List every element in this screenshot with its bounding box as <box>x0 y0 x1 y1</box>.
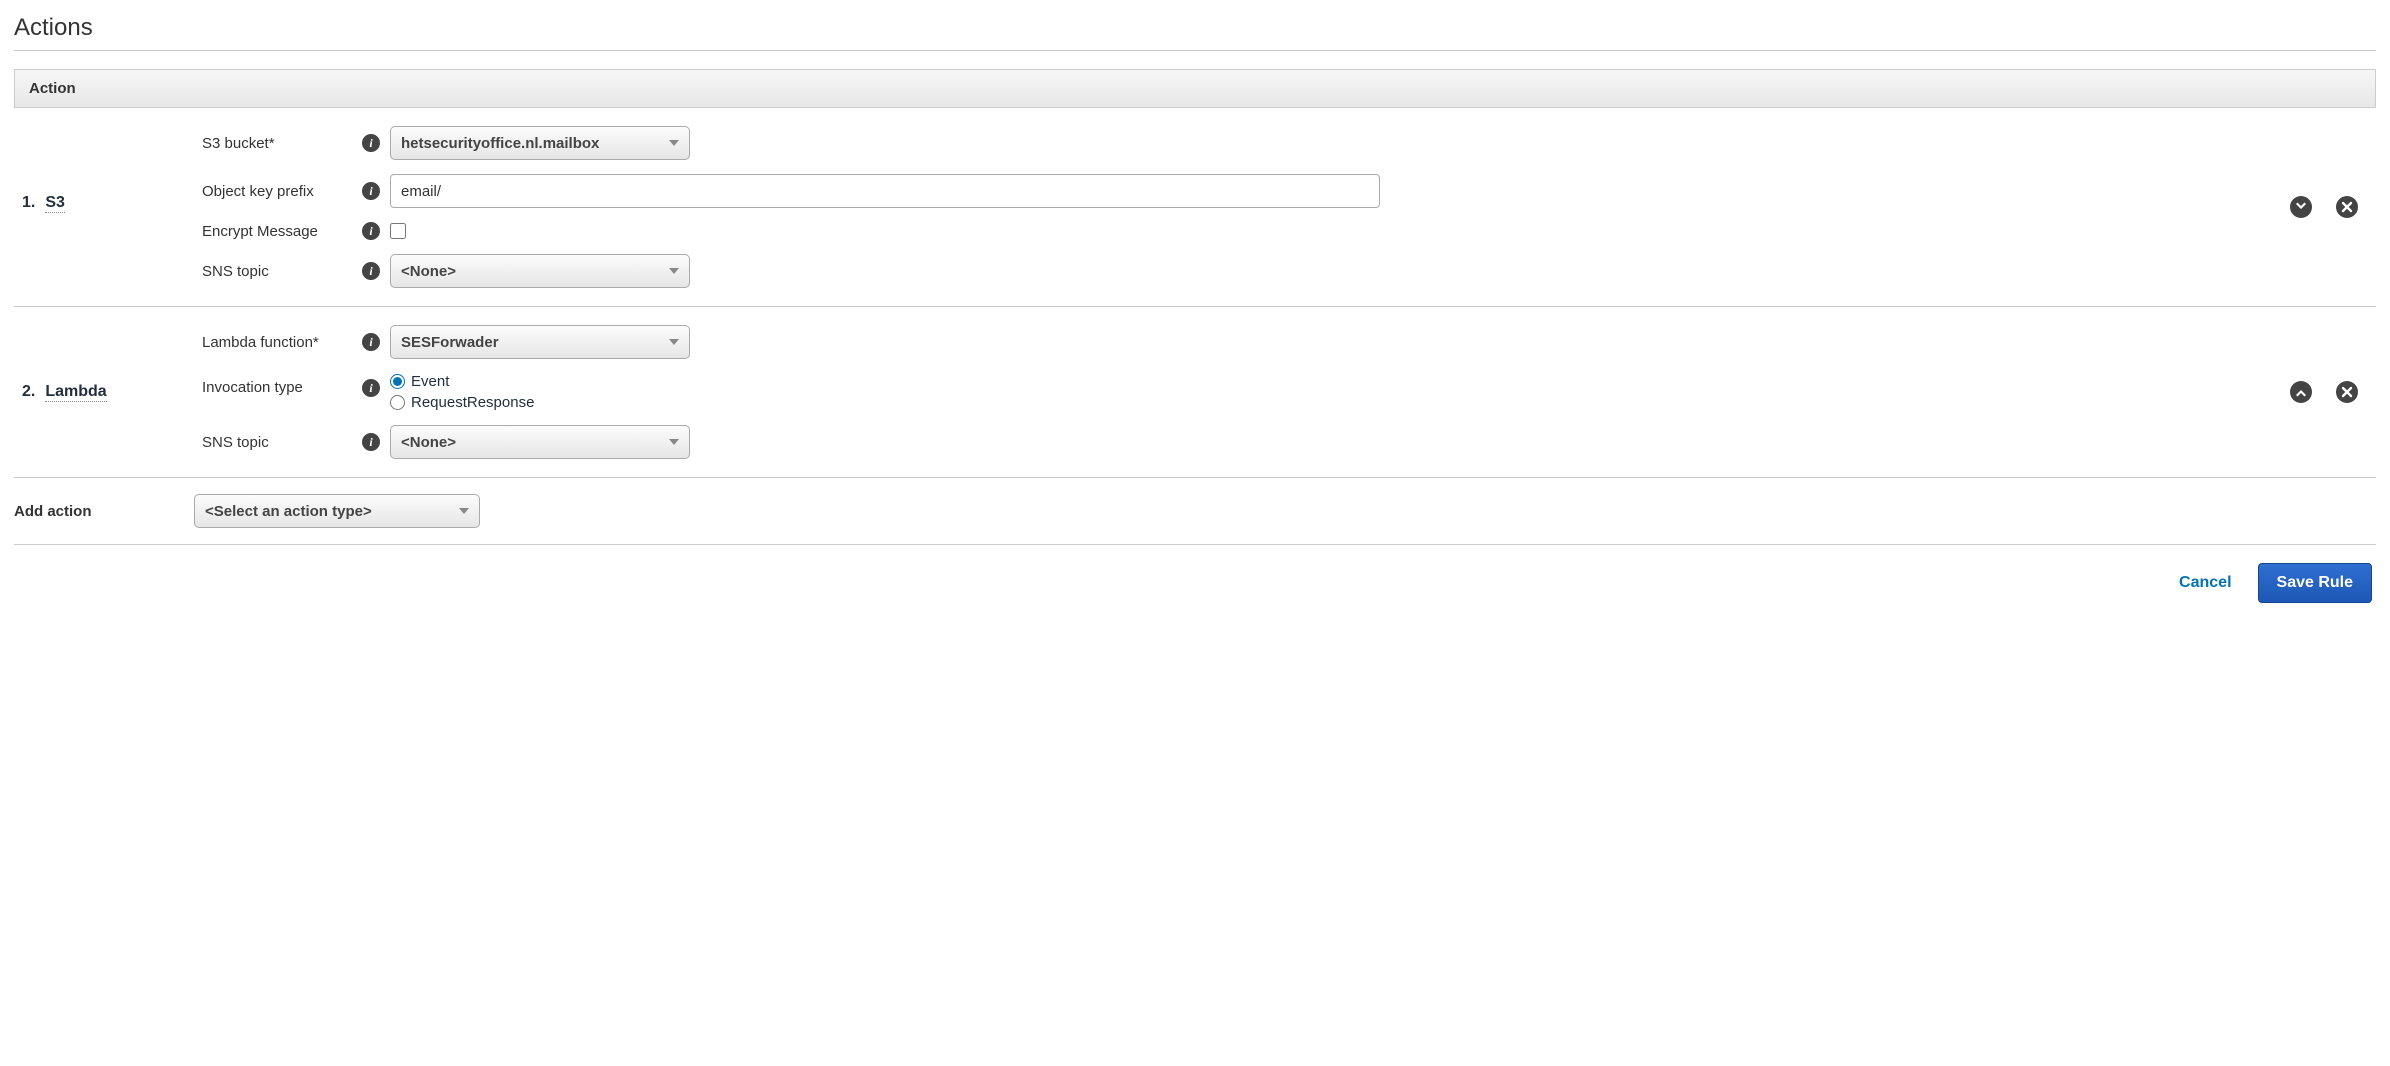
info-icon[interactable] <box>362 134 380 152</box>
radio-option-event[interactable]: Event <box>390 373 534 390</box>
info-icon[interactable] <box>362 379 380 397</box>
label-s3-bucket: S3 bucket* <box>202 135 352 152</box>
action-row-lambda: 2. Lambda Lambda function* SESForwader I… <box>14 307 2376 478</box>
dropdown-value: SESForwader <box>401 334 499 351</box>
info-icon[interactable] <box>362 262 380 280</box>
dropdown-value: hetsecurityoffice.nl.mailbox <box>401 135 599 152</box>
remove-action-button[interactable] <box>2336 381 2358 403</box>
action-index-number: 1. <box>22 194 35 212</box>
field-invocation-type: Invocation type Event RequestResponse <box>202 373 2270 411</box>
invocation-type-options: Event RequestResponse <box>390 373 534 411</box>
field-sns-topic: SNS topic <None> <box>202 254 2270 288</box>
chevron-down-icon <box>669 339 679 345</box>
field-encrypt-message: Encrypt Message <box>202 222 2270 240</box>
field-sns-topic: SNS topic <None> <box>202 425 2270 459</box>
label-sns-topic: SNS topic <box>202 434 352 451</box>
close-icon <box>2341 201 2353 213</box>
dropdown-value: <Select an action type> <box>205 503 372 520</box>
dropdown-sns-topic[interactable]: <None> <box>390 254 690 288</box>
dropdown-value: <None> <box>401 263 456 280</box>
add-action-row: Add action <Select an action type> <box>14 478 2376 545</box>
action-index-col: 1. S3 <box>22 126 202 213</box>
input-object-key-prefix[interactable] <box>390 174 1380 208</box>
chevron-up-icon <box>2295 386 2307 398</box>
label-object-key-prefix: Object key prefix <box>202 183 352 200</box>
section-title: Actions <box>14 10 2376 51</box>
info-icon[interactable] <box>362 182 380 200</box>
action-fields: Lambda function* SESForwader Invocation … <box>202 325 2270 459</box>
radio-label: Event <box>411 373 449 390</box>
save-rule-button[interactable]: Save Rule <box>2258 563 2372 603</box>
field-s3-bucket: S3 bucket* hetsecurityoffice.nl.mailbox <box>202 126 2270 160</box>
info-icon[interactable] <box>362 222 380 240</box>
dropdown-value: <None> <box>401 434 456 451</box>
field-lambda-function: Lambda function* SESForwader <box>202 325 2270 359</box>
checkbox-encrypt-message[interactable] <box>390 223 406 239</box>
info-icon[interactable] <box>362 433 380 451</box>
dropdown-s3-bucket[interactable]: hetsecurityoffice.nl.mailbox <box>390 126 690 160</box>
radio-event[interactable] <box>390 374 405 389</box>
radio-label: RequestResponse <box>411 394 534 411</box>
label-invocation-type: Invocation type <box>202 373 352 396</box>
action-controls <box>2270 381 2368 403</box>
info-icon[interactable] <box>362 333 380 351</box>
cancel-button[interactable]: Cancel <box>2169 566 2241 600</box>
action-controls <box>2270 196 2368 218</box>
label-sns-topic: SNS topic <box>202 263 352 280</box>
label-encrypt-message: Encrypt Message <box>202 223 352 240</box>
radio-option-request-response[interactable]: RequestResponse <box>390 394 534 411</box>
action-index-number: 2. <box>22 383 35 401</box>
move-up-button[interactable] <box>2290 381 2312 403</box>
footer-buttons: Cancel Save Rule <box>14 545 2376 607</box>
chevron-down-icon <box>669 140 679 146</box>
dropdown-add-action[interactable]: <Select an action type> <box>194 494 480 528</box>
chevron-down-icon <box>669 268 679 274</box>
chevron-down-icon <box>459 508 469 514</box>
move-down-button[interactable] <box>2290 196 2312 218</box>
action-type-s3[interactable]: S3 <box>45 194 65 213</box>
radio-request-response[interactable] <box>390 395 405 410</box>
dropdown-lambda-function[interactable]: SESForwader <box>390 325 690 359</box>
actions-table: Action 1. S3 S3 bucket* hetsecurityoffic… <box>14 69 2376 545</box>
action-fields: S3 bucket* hetsecurityoffice.nl.mailbox … <box>202 126 2270 288</box>
label-add-action: Add action <box>14 503 194 520</box>
remove-action-button[interactable] <box>2336 196 2358 218</box>
action-index-col: 2. Lambda <box>22 325 202 402</box>
table-header-action: Action <box>14 69 2376 108</box>
label-lambda-function: Lambda function* <box>202 334 352 351</box>
action-type-lambda[interactable]: Lambda <box>45 383 106 402</box>
dropdown-sns-topic[interactable]: <None> <box>390 425 690 459</box>
close-icon <box>2341 386 2353 398</box>
chevron-down-icon <box>669 439 679 445</box>
action-row-s3: 1. S3 S3 bucket* hetsecurityoffice.nl.ma… <box>14 108 2376 307</box>
chevron-down-icon <box>2295 201 2307 213</box>
field-object-key-prefix: Object key prefix <box>202 174 2270 208</box>
